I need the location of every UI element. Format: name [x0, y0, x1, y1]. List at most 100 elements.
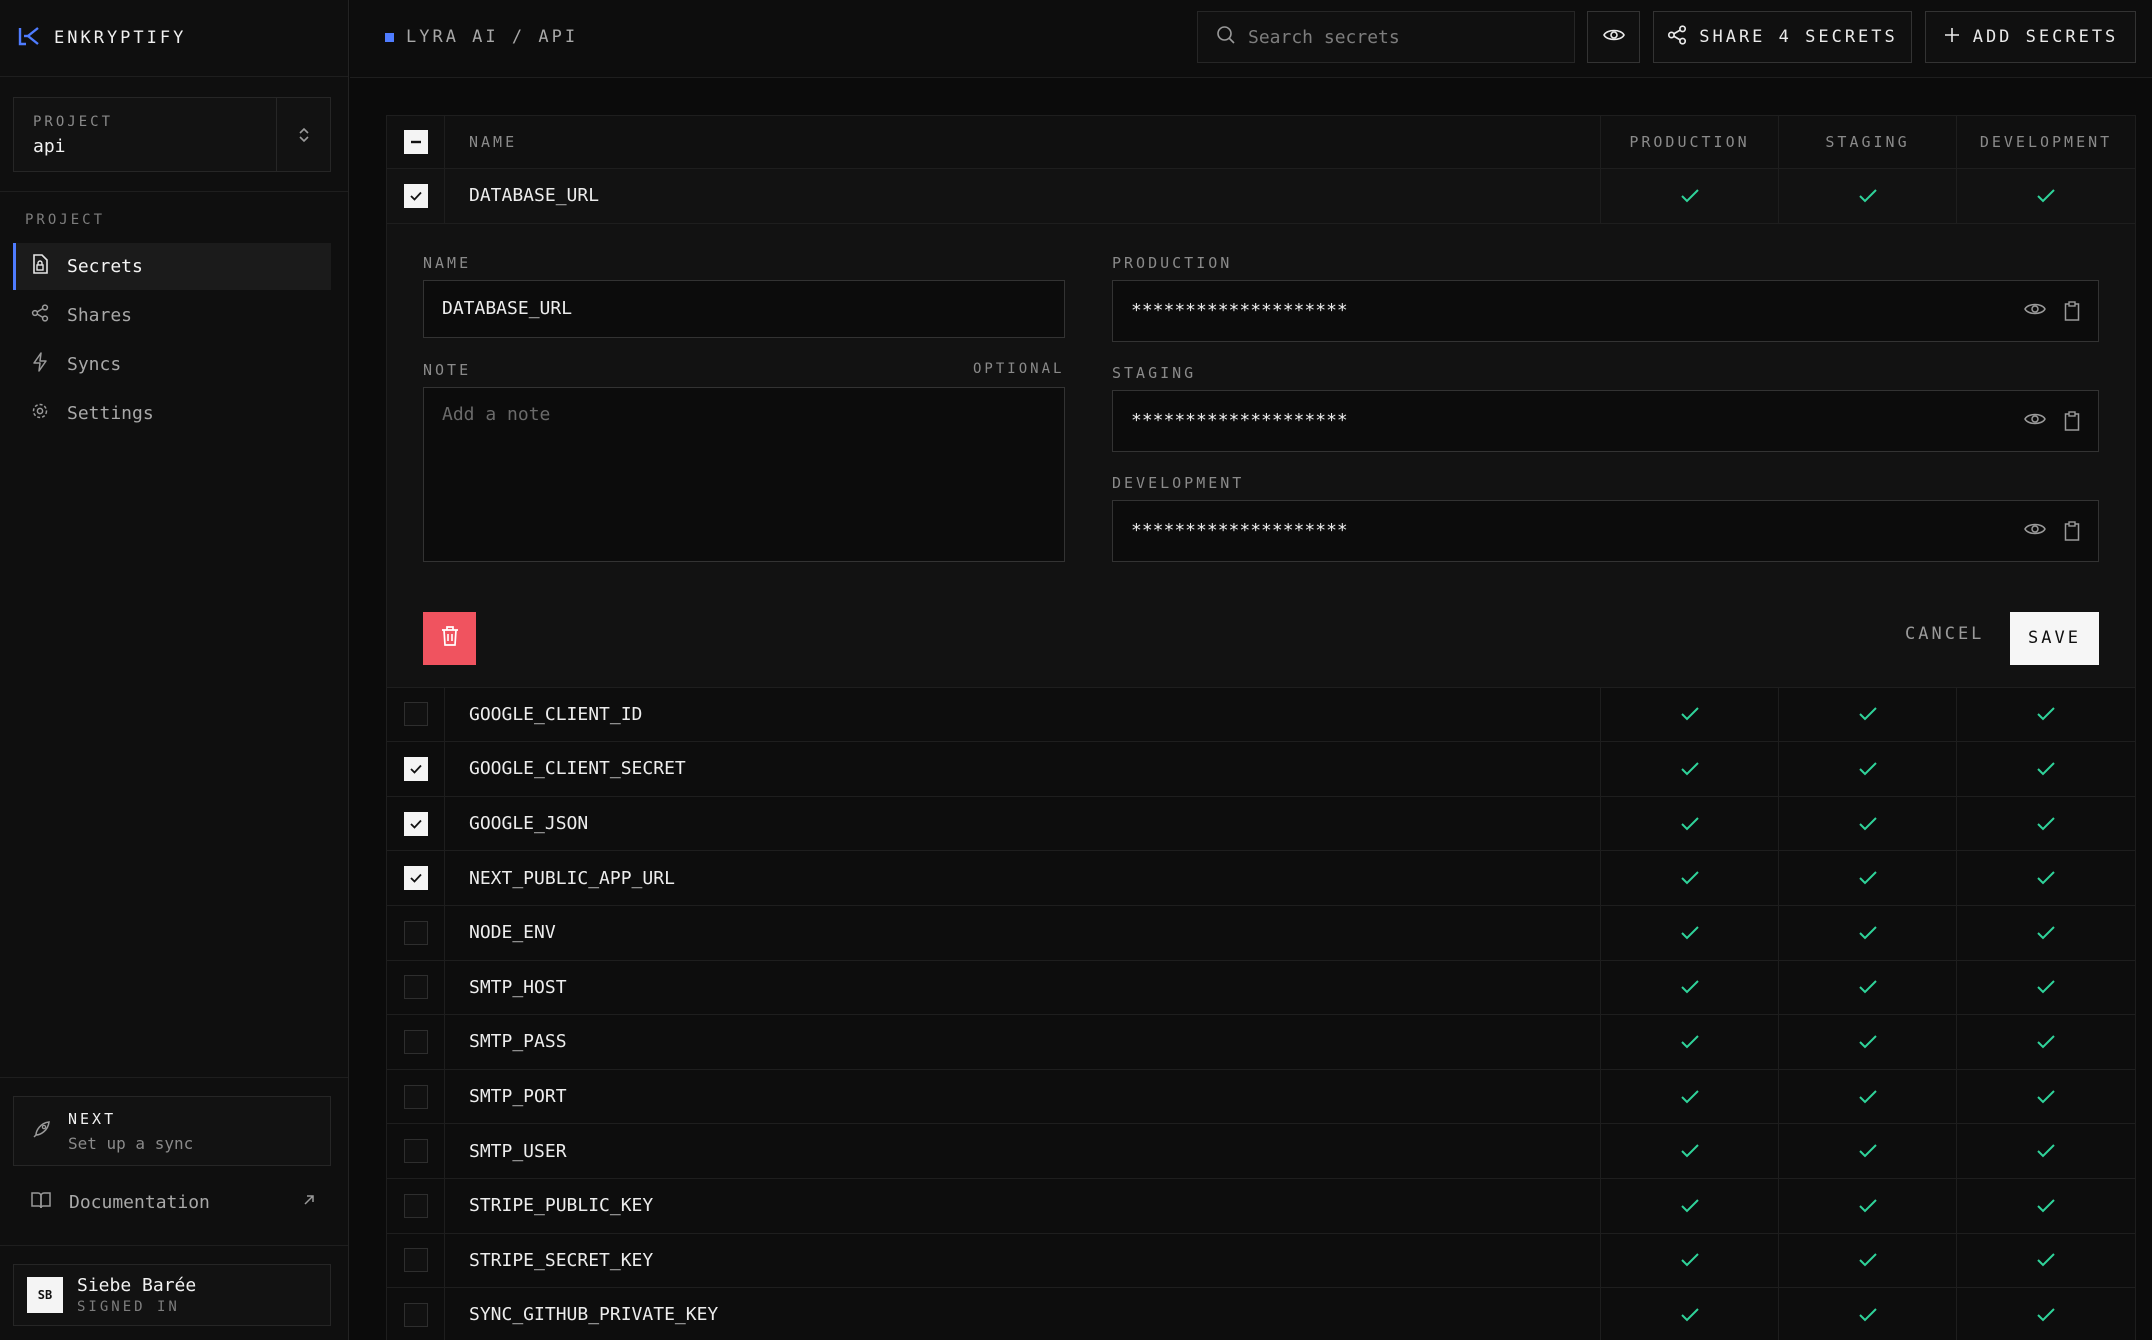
- row-checkbox[interactable]: [403, 183, 428, 208]
- row-checkbox[interactable]: [403, 1248, 428, 1273]
- secret-name: STRIPE_SECRET_KEY: [445, 1233, 1601, 1288]
- row-checkbox[interactable]: [403, 1029, 428, 1054]
- development-value-field[interactable]: ********************: [1112, 499, 2099, 562]
- env-status-staging: [1779, 1233, 1957, 1288]
- row-checkbox[interactable]: [403, 1193, 428, 1218]
- check-icon: [2037, 871, 2055, 885]
- share-secrets-button[interactable]: SHARE 4 SECRETS: [1653, 11, 1912, 63]
- env-status-development: [1957, 1070, 2135, 1124]
- env-status-production: [1601, 1178, 1779, 1233]
- note-optional-label: OPTIONAL: [973, 360, 1065, 377]
- check-icon: [2037, 707, 2055, 721]
- clipboard-icon[interactable]: [2064, 300, 2080, 326]
- select-all-checkbox[interactable]: [403, 130, 428, 154]
- breadcrumb-text: LYRA AI / API: [406, 27, 579, 47]
- share-secrets-label: SHARE 4 SECRETS: [1699, 27, 1898, 47]
- external-link-icon: [301, 1192, 317, 1213]
- add-secrets-button[interactable]: ADD SECRETS: [1925, 11, 2136, 63]
- table-row[interactable]: SMTP_PORT: [387, 1069, 2135, 1125]
- header-development: DEVELOPMENT: [1979, 133, 2113, 151]
- check-icon: [1680, 816, 1699, 830]
- check-icon: [2037, 762, 2055, 776]
- check-icon: [1680, 871, 1699, 885]
- chevron-updown-icon[interactable]: [276, 98, 330, 171]
- sidebar-item-syncs[interactable]: Syncs: [13, 341, 331, 388]
- header-name: NAME: [445, 116, 1601, 168]
- table-row[interactable]: GOOGLE_JSON: [387, 796, 2135, 852]
- check-icon: [2037, 816, 2055, 830]
- env-status-production: [1601, 960, 1779, 1015]
- table-row[interactable]: NEXT_PUBLIC_APP_URL: [387, 851, 2135, 906]
- eye-icon[interactable]: [2024, 301, 2046, 326]
- row-checkbox[interactable]: [403, 702, 428, 727]
- staging-value-field[interactable]: ********************: [1112, 389, 2099, 452]
- check-icon: [1680, 1308, 1699, 1322]
- table-row[interactable]: GOOGLE_CLIENT_ID: [387, 687, 2135, 743]
- row-checkbox[interactable]: [403, 975, 428, 1000]
- user-card[interactable]: SB Siebe Barée SIGNED IN: [13, 1264, 331, 1326]
- table-row[interactable]: GOOGLE_CLIENT_SECRET: [387, 742, 2135, 797]
- brand[interactable]: ENKRYPTIFY: [0, 0, 348, 77]
- project-picker[interactable]: PROJECT api: [13, 97, 331, 172]
- next-step-title: NEXT: [68, 1109, 117, 1128]
- row-checkbox[interactable]: [403, 1302, 428, 1327]
- documentation-link[interactable]: Documentation: [13, 1180, 331, 1224]
- sidebar-item-shares[interactable]: Shares: [13, 292, 331, 339]
- sidebar-item-label: Settings: [67, 403, 154, 424]
- gear-icon: [31, 402, 49, 425]
- row-checkbox[interactable]: [403, 1084, 428, 1109]
- check-icon: [1858, 871, 1877, 885]
- sidebar-item-label: Shares: [67, 305, 133, 326]
- row-checkbox[interactable]: [403, 756, 428, 781]
- table-row[interactable]: STRIPE_SECRET_KEY: [387, 1233, 2135, 1289]
- env-status-development: [1957, 742, 2135, 796]
- table-row[interactable]: SYNC_GITHUB_PRIVATE_KEY: [387, 1288, 2135, 1340]
- name-input[interactable]: DATABASE_URL: [423, 279, 1065, 338]
- save-button[interactable]: SAVE: [2010, 611, 2099, 665]
- env-status-production: [1601, 169, 1779, 223]
- row-checkbox[interactable]: [403, 811, 428, 836]
- check-icon: [1680, 762, 1699, 776]
- table-row[interactable]: NODE_ENV: [387, 905, 2135, 961]
- search-input[interactable]: [1248, 26, 1548, 48]
- check-icon: [1858, 816, 1877, 830]
- env-status-staging: [1779, 851, 1957, 905]
- row-checkbox[interactable]: [403, 1139, 428, 1164]
- note-textarea[interactable]: Add a note: [423, 386, 1065, 562]
- sidebar-item-secrets[interactable]: Secrets: [13, 243, 331, 290]
- search-box[interactable]: [1197, 11, 1575, 63]
- table-row-expanded[interactable]: DATABASE_URL: [387, 169, 2135, 224]
- table-row[interactable]: SMTP_PASS: [387, 1015, 2135, 1070]
- delete-secret-button[interactable]: [423, 611, 476, 665]
- table-row[interactable]: SMTP_HOST: [387, 960, 2135, 1016]
- production-value-field[interactable]: ********************: [1112, 279, 2099, 342]
- env-status-production: [1601, 1015, 1779, 1069]
- book-icon: [31, 1191, 51, 1214]
- breadcrumb[interactable]: LYRA AI / API: [385, 27, 578, 47]
- env-status-development: [1957, 797, 2135, 851]
- secret-name: SYNC_GITHUB_PRIVATE_KEY: [445, 1288, 1601, 1340]
- clipboard-icon[interactable]: [2064, 410, 2080, 436]
- cancel-button[interactable]: CANCEL: [1905, 624, 1984, 644]
- env-status-staging: [1779, 742, 1957, 796]
- table-row[interactable]: STRIPE_PUBLIC_KEY: [387, 1178, 2135, 1234]
- table-header: NAME PRODUCTION STAGING DEVELOPMENT: [387, 116, 2135, 169]
- row-checkbox[interactable]: [403, 866, 428, 891]
- check-icon: [1858, 1199, 1877, 1213]
- reveal-all-button[interactable]: [1587, 11, 1640, 63]
- secret-name: GOOGLE_JSON: [445, 796, 1601, 851]
- sidebar-item-settings[interactable]: Settings: [13, 390, 331, 437]
- env-status-development: [1957, 1015, 2135, 1069]
- check-icon: [2037, 189, 2055, 203]
- row-checkbox[interactable]: [403, 920, 428, 945]
- eye-icon[interactable]: [2024, 411, 2046, 436]
- sidebar-divider: [0, 1077, 348, 1078]
- eye-icon[interactable]: [2024, 521, 2046, 546]
- clipboard-icon[interactable]: [2064, 520, 2080, 546]
- env-status-development: [1957, 688, 2135, 742]
- table-row[interactable]: SMTP_USER: [387, 1124, 2135, 1179]
- secret-rows: GOOGLE_CLIENT_ID GOOGLE_CLIENT_SECRET GOOG…: [387, 687, 2135, 1340]
- next-step-card[interactable]: NEXT Set up a sync: [13, 1096, 331, 1166]
- check-icon: [1858, 707, 1877, 721]
- env-status-development: [1957, 906, 2135, 960]
